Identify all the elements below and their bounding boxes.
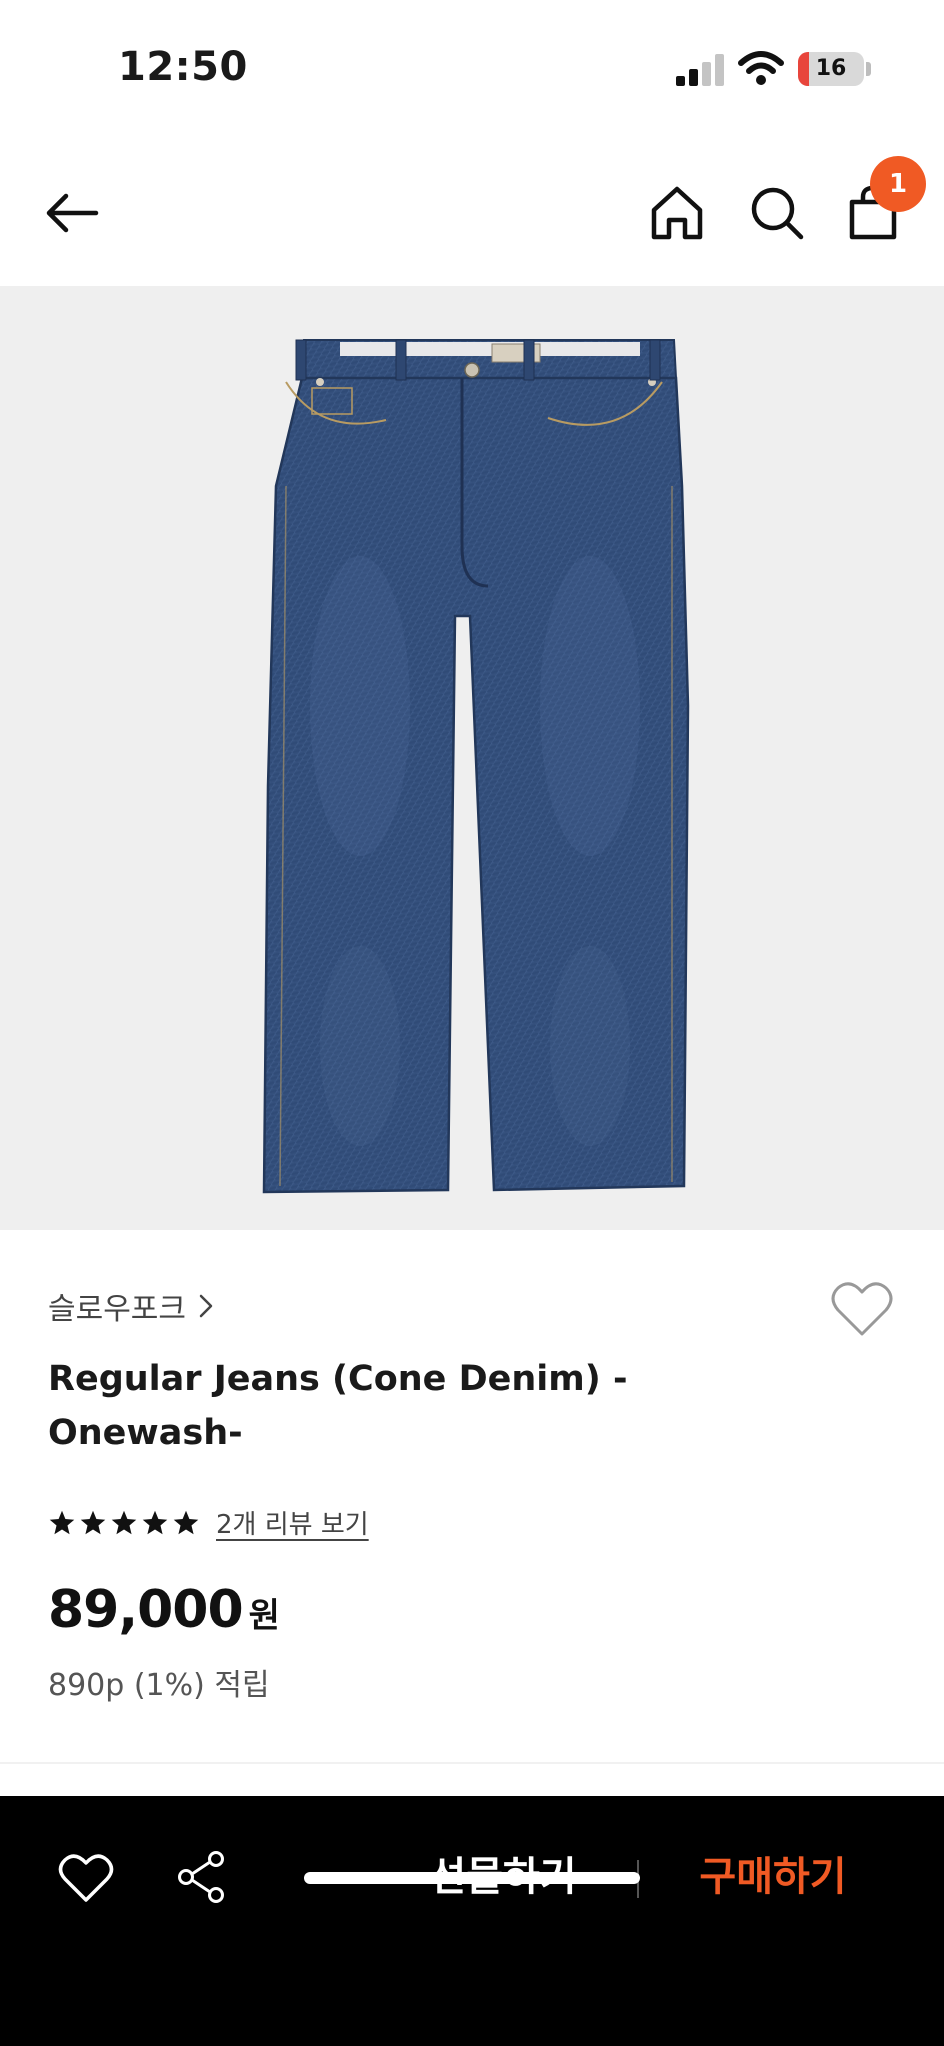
wishlist-button[interactable]	[830, 1280, 894, 1338]
battery-cap	[866, 62, 871, 76]
reward-points: 890p (1%) 적립	[48, 1668, 270, 1703]
home-button[interactable]	[644, 180, 710, 246]
cellular-signal-icon	[676, 54, 724, 86]
chevron-right-icon	[199, 1294, 213, 1318]
battery-level: 16	[815, 56, 847, 81]
product-image[interactable]	[0, 286, 944, 1230]
cart-count-badge: 1	[870, 156, 926, 212]
heart-outline-icon	[58, 1854, 114, 1902]
buy-button[interactable]: 구매하기	[680, 1846, 866, 1908]
product-title-line2: Onewash-	[48, 1413, 243, 1453]
price-value: 89,000	[48, 1580, 244, 1640]
home-icon	[651, 186, 703, 240]
arrow-left-icon	[46, 193, 99, 233]
brand-name: 슬로우포크	[48, 1292, 186, 1327]
top-nav: 1	[0, 140, 944, 286]
wifi-icon	[738, 51, 784, 85]
star-icon	[173, 1510, 199, 1534]
product-title-line1: Regular Jeans (Cone Denim) -	[48, 1359, 628, 1399]
bottom-action-bar: 선물하기 구매하기	[0, 1796, 944, 2046]
share-button[interactable]	[176, 1850, 226, 1904]
search-button[interactable]	[744, 180, 810, 246]
section-divider	[0, 1762, 944, 1764]
price-currency: 원	[248, 1596, 280, 1636]
star-icon	[111, 1510, 137, 1534]
brand-link[interactable]: 슬로우포크	[48, 1284, 214, 1328]
battery-indicator: 16	[798, 52, 864, 86]
jeans-image	[262, 339, 690, 1194]
home-indicator[interactable]	[304, 1872, 640, 1884]
back-button[interactable]	[40, 180, 106, 246]
review-link[interactable]: 2개 리뷰 보기	[216, 1504, 369, 1541]
star-rating	[48, 1509, 200, 1537]
star-icon	[142, 1510, 168, 1534]
search-icon	[751, 187, 804, 240]
status-bar: 12:50 16	[0, 0, 944, 140]
price-row: 89,000 원	[48, 1580, 280, 1640]
star-icon	[80, 1510, 106, 1534]
star-icon	[49, 1510, 75, 1534]
heart-outline-icon	[831, 1282, 893, 1336]
bottom-wishlist-button[interactable]	[58, 1852, 114, 1904]
status-time: 12:50	[118, 44, 248, 90]
product-title: Regular Jeans (Cone Denim) - Onewash-	[48, 1352, 648, 1460]
share-icon	[178, 1851, 224, 1903]
rating-row: 2개 리뷰 보기	[48, 1504, 369, 1541]
